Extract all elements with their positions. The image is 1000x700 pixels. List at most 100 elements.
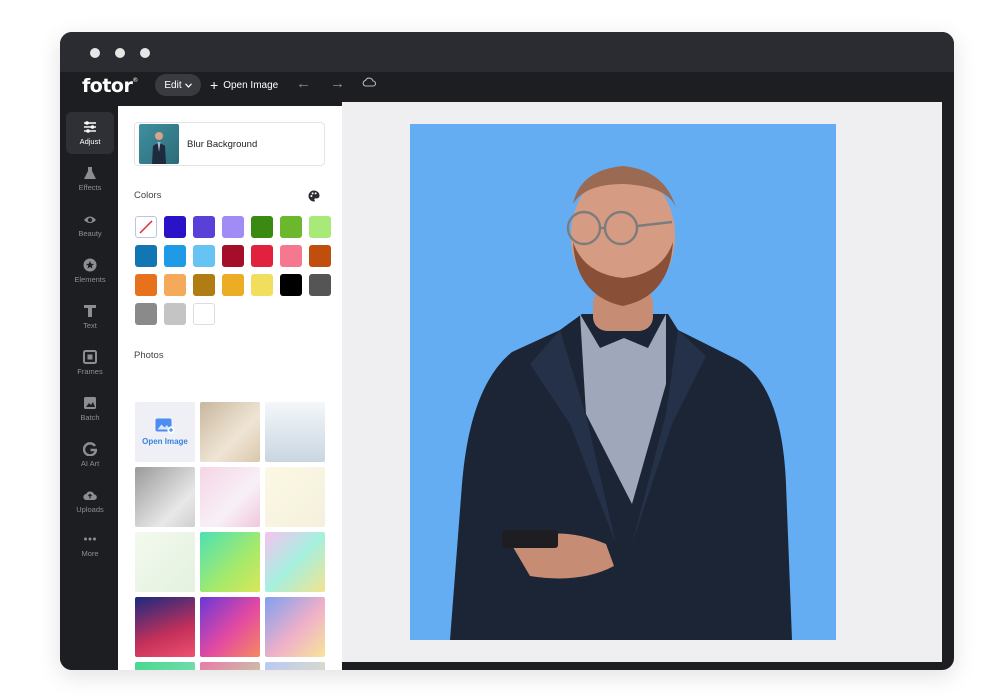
colors-section-title: Colors [134, 190, 162, 201]
photo-background-thumbnail[interactable] [265, 532, 325, 592]
color-swatch[interactable] [280, 245, 302, 267]
undo-arrow-icon[interactable]: ← [296, 75, 311, 92]
canvas-area [342, 102, 942, 662]
edited-photo[interactable] [410, 124, 836, 640]
more-icon [84, 537, 96, 541]
color-swatch[interactable] [280, 274, 302, 296]
color-swatch[interactable] [309, 216, 331, 238]
blur-background-option[interactable]: Blur Background [134, 122, 325, 166]
logo-text: fotor [82, 75, 133, 97]
fotor-logo[interactable]: fotor® [82, 75, 138, 97]
sidebar-item-frames[interactable]: Frames [66, 342, 114, 384]
color-swatch[interactable] [309, 274, 331, 296]
app-window: fotor® Edit + Open Image ← → Adjust Effe… [60, 32, 954, 670]
top-toolbar: fotor® Edit + Open Image ← → [60, 72, 954, 106]
phone [502, 530, 558, 548]
color-swatch[interactable] [251, 245, 273, 267]
batch-icon [84, 397, 96, 409]
color-swatch[interactable] [193, 216, 215, 238]
sidebar-item-ai-art[interactable]: AI Art [66, 434, 114, 476]
photo-background-thumbnail[interactable] [265, 597, 325, 657]
sidebar-item-label: Elements [74, 275, 106, 284]
window-dot-close[interactable] [90, 48, 100, 58]
window-dot-maximize[interactable] [140, 48, 150, 58]
star-icon [83, 258, 97, 272]
sidebar-item-label: Uploads [76, 505, 104, 514]
photo-background-thumbnail[interactable] [135, 467, 195, 527]
sidebar-item-uploads[interactable]: Uploads [66, 480, 114, 522]
color-swatch[interactable] [164, 245, 186, 267]
eye-icon [84, 216, 96, 223]
redo-arrow-icon[interactable]: → [330, 75, 345, 92]
color-swatch[interactable] [309, 245, 331, 267]
photo-background-thumbnail[interactable] [135, 662, 195, 670]
color-swatch[interactable] [251, 216, 273, 238]
sidebar-item-label: Adjust [79, 137, 101, 146]
sidebar-item-label: AI Art [80, 459, 100, 468]
edit-label: Edit [164, 79, 182, 91]
color-swatch[interactable] [280, 216, 302, 238]
text-icon [84, 305, 96, 317]
sidebar-item-text[interactable]: Text [66, 296, 114, 338]
photo-background-thumbnail[interactable] [265, 402, 325, 462]
flask-icon [84, 167, 96, 179]
person-cutout [450, 166, 792, 640]
color-swatch[interactable] [193, 274, 215, 296]
no-color-swatch[interactable] [135, 216, 157, 238]
photo-background-thumbnail[interactable] [265, 467, 325, 527]
sidebar-item-label: Effects [78, 183, 102, 192]
color-swatch[interactable] [193, 303, 215, 325]
sidebar-item-elements[interactable]: Elements [66, 250, 114, 292]
photo-background-thumbnail[interactable] [135, 532, 195, 592]
photo-background-thumbnail[interactable] [135, 597, 195, 657]
color-swatch[interactable] [135, 274, 157, 296]
color-swatch[interactable] [222, 245, 244, 267]
photo-background-thumbnail[interactable] [200, 662, 260, 670]
cloud-upload-icon [83, 491, 97, 501]
color-swatch[interactable] [135, 303, 157, 325]
open-image-label: Open Image [223, 79, 279, 91]
blur-background-thumbnail [139, 124, 179, 164]
window-dot-minimize[interactable] [115, 48, 125, 58]
color-swatch[interactable] [222, 274, 244, 296]
left-sidebar: Adjust Effects Beauty Elements Text Fram… [60, 106, 118, 670]
photo-background-thumbnail[interactable] [200, 532, 260, 592]
sidebar-item-label: More [81, 549, 99, 558]
open-image-button[interactable]: + Open Image [210, 76, 278, 94]
logo-registered-mark: ® [132, 77, 138, 84]
sidebar-item-batch[interactable]: Batch [66, 388, 114, 430]
sidebar-item-beauty[interactable]: Beauty [66, 204, 114, 246]
adjust-panel: Blur Background Colors Photos Open Image [118, 106, 342, 670]
sidebar-item-more[interactable]: More [66, 524, 114, 566]
photo-background-thumbnail[interactable] [200, 467, 260, 527]
sidebar-item-label: Text [83, 321, 97, 330]
open-image-tile[interactable]: Open Image [135, 402, 195, 462]
sidebar-item-label: Batch [80, 413, 100, 422]
sidebar-item-label: Beauty [78, 229, 102, 238]
photo-background-thumbnail[interactable] [200, 597, 260, 657]
photos-section-title: Photos [134, 350, 164, 361]
chevron-down-icon [184, 82, 192, 88]
color-swatch[interactable] [251, 274, 273, 296]
color-swatch[interactable] [135, 245, 157, 267]
ai-art-icon [83, 442, 97, 456]
blur-background-label: Blur Background [187, 138, 258, 150]
edit-dropdown-button[interactable]: Edit [155, 74, 201, 96]
cloud-icon[interactable] [362, 76, 376, 87]
color-swatch[interactable] [164, 216, 186, 238]
photo-background-thumbnail[interactable] [200, 402, 260, 462]
sidebar-item-adjust[interactable]: Adjust [66, 112, 114, 154]
color-swatch[interactable] [164, 274, 186, 296]
color-swatch[interactable] [164, 303, 186, 325]
sliders-icon [84, 121, 96, 133]
open-image-tile-label: Open Image [142, 437, 188, 446]
color-swatch[interactable] [222, 216, 244, 238]
sidebar-item-label: Frames [77, 367, 103, 376]
frame-icon [83, 350, 97, 364]
add-image-icon [155, 418, 175, 434]
color-swatch[interactable] [193, 245, 215, 267]
photo-background-thumbnail[interactable] [265, 662, 325, 670]
sidebar-item-effects[interactable]: Effects [66, 158, 114, 200]
palette-icon[interactable] [308, 190, 320, 202]
title-bar [60, 32, 954, 72]
